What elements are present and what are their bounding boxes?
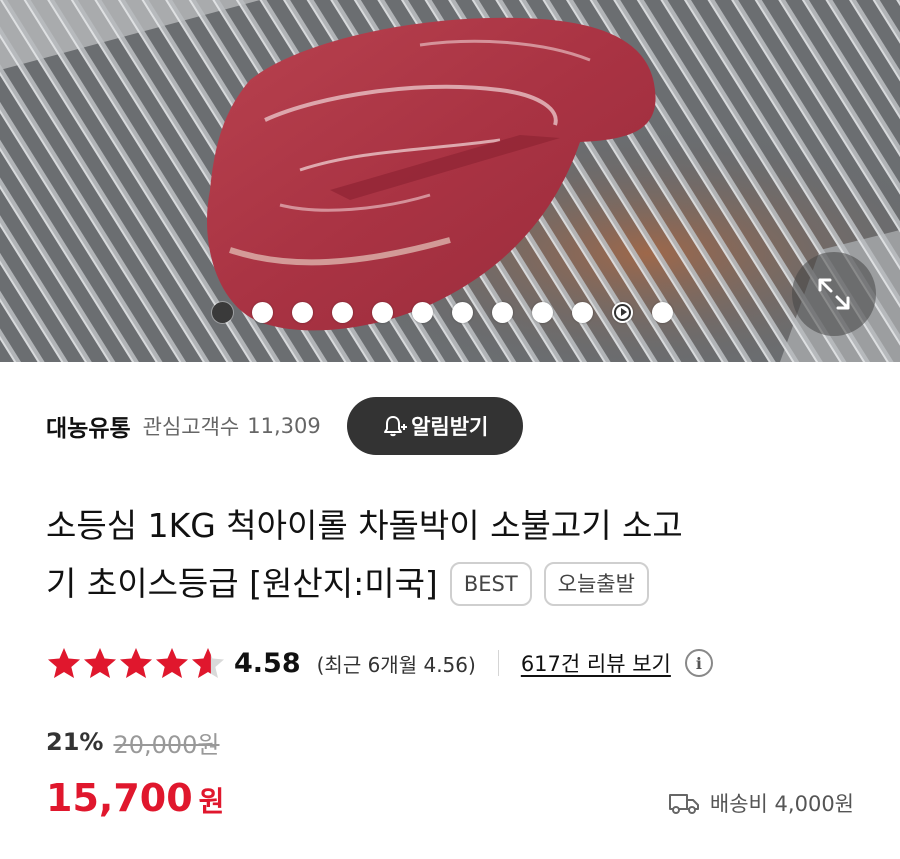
- carousel-indicators: [212, 299, 692, 325]
- fans-label: 관심고객수: [142, 415, 240, 439]
- star-icon: [156, 648, 188, 678]
- divider: [497, 650, 499, 676]
- carousel-dot[interactable]: [412, 301, 433, 323]
- final-price: 15,700: [46, 776, 193, 820]
- carousel-dot[interactable]: [372, 301, 393, 323]
- original-price: 20,000원: [113, 730, 220, 759]
- price-unit: 원: [198, 785, 225, 818]
- rating-value: 4.58: [234, 647, 301, 679]
- carousel-dot-active[interactable]: [212, 301, 233, 323]
- product-image-carousel[interactable]: [0, 0, 900, 362]
- best-badge: BEST: [449, 562, 532, 606]
- shipping-fee: 배송비 4,000원: [668, 784, 854, 822]
- carousel-dot[interactable]: [452, 301, 473, 323]
- bell-plus-icon: [384, 416, 408, 437]
- alarm-subscribe-button[interactable]: 알림받기: [346, 397, 523, 455]
- shipping-label: 배송비 4,000원: [709, 792, 854, 816]
- discount-row: 21% 20,000원: [46, 722, 220, 762]
- carousel-dot[interactable]: [292, 301, 313, 323]
- star-icon: [192, 648, 224, 678]
- title-line-2-row: 기 초이스등급 [원산지:미국] BEST 오늘출발: [46, 555, 866, 613]
- star-icon: [84, 648, 116, 678]
- discount-rate: 21%: [46, 728, 104, 756]
- fans-count: 11,309: [247, 414, 321, 438]
- rating-stars: [46, 646, 226, 680]
- carousel-dot[interactable]: [332, 301, 353, 323]
- review-link[interactable]: 617건 리뷰 보기: [521, 648, 671, 678]
- info-icon[interactable]: i: [684, 649, 713, 677]
- alarm-label: 알림받기: [411, 415, 489, 439]
- rating-row: 4.58 (최근 6개월 4.56) 617건 리뷰 보기 i: [46, 643, 866, 683]
- carousel-dot[interactable]: [532, 301, 553, 323]
- play-icon: [614, 303, 631, 321]
- truck-icon: [668, 794, 699, 814]
- seller-row: 대농유통 관심고객수 11,309 알림받기: [46, 397, 866, 455]
- today-ship-badge: 오늘출발: [543, 562, 649, 606]
- seller-name[interactable]: 대농유통: [46, 409, 131, 443]
- carousel-dot-video[interactable]: [612, 301, 633, 323]
- carousel-dot[interactable]: [492, 301, 513, 323]
- star-icon: [120, 648, 152, 678]
- star-icon: [48, 648, 80, 678]
- recent-rating: (최근 6개월 4.56): [316, 652, 476, 677]
- title-line-2: 기 초이스등급 [원산지:미국]: [46, 564, 438, 603]
- expand-image-button[interactable]: [792, 252, 876, 336]
- final-price-row: 15,700 원: [46, 776, 224, 830]
- carousel-dot[interactable]: [252, 301, 273, 323]
- carousel-dot[interactable]: [572, 301, 593, 323]
- product-title: 소등심 1KG 척아이롤 차돌박이 소불고기 소고 기 초이스등급 [원산지:미…: [46, 497, 866, 613]
- carousel-dot[interactable]: [652, 301, 673, 323]
- expand-icon: [818, 278, 850, 310]
- title-line-1: 소등심 1KG 척아이롤 차돌박이 소불고기 소고: [46, 506, 683, 545]
